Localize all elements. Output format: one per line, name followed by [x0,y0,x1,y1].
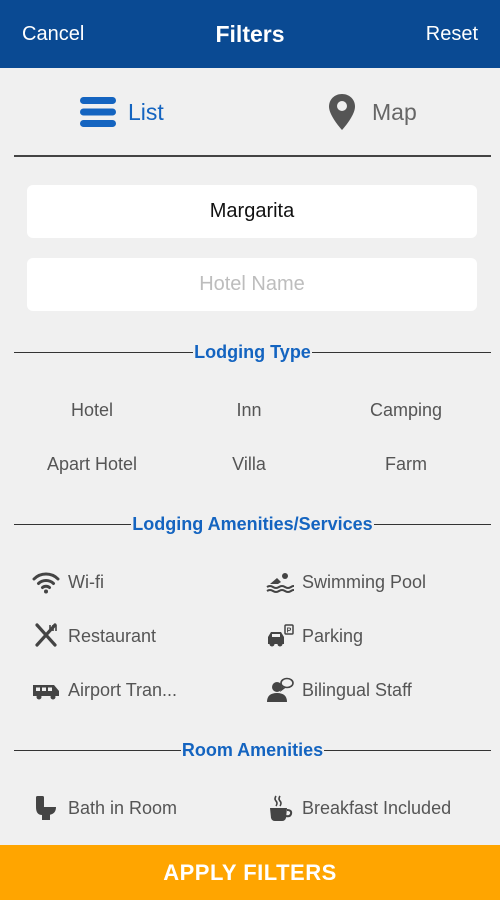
amenity-bilingual-staff[interactable]: Bilingual Staff [266,677,412,703]
list-view-label: List [128,98,164,125]
map-view-label: Map [372,98,417,125]
amenity-airport-transfer[interactable]: Airport Tran... [32,677,177,703]
amenity-label: Wi-fi [68,571,104,592]
divider [14,155,491,157]
lodging-type-header: Lodging Type [14,340,491,364]
hotel-name-input[interactable]: Hotel Name [27,258,477,311]
lodging-type-option[interactable]: Hotel [2,400,182,421]
amenity-wifi[interactable]: Wi-fi [32,569,104,595]
section-title: Lodging Type [194,341,311,362]
amenity-label: Bath in Room [68,797,178,818]
apply-filters-button[interactable]: APPLY FILTERS [0,845,500,900]
section-title: Lodging Amenities/Services [132,513,373,534]
lodging-amenities-header: Lodging Amenities/Services [14,512,491,536]
list-icon [80,97,116,127]
swimming-pool-icon [266,569,294,595]
divider [324,749,492,751]
coffee-cup-icon [266,795,294,821]
divider [14,523,132,525]
airport-shuttle-icon [32,677,60,703]
lodging-type-option[interactable]: Camping [316,400,496,421]
divider [311,351,491,353]
wifi-icon [32,569,60,595]
amenity-label: Parking [302,625,364,646]
city-input-value: Margarita [209,200,295,222]
amenity-swimming-pool[interactable]: Swimming Pool [266,569,426,595]
lodging-type-option[interactable]: Villa [159,454,339,475]
section-title: Room Amenities [181,739,324,760]
city-input[interactable]: Margarita [27,185,477,238]
view-toggle: List Map [0,68,500,156]
divider [14,351,194,353]
map-pin-icon [329,94,355,130]
divider [14,749,181,751]
amenity-label: Airport Tran... [68,679,178,700]
svg-text:P: P [287,628,292,635]
amenity-parking[interactable]: P Parking [266,623,363,649]
divider [373,523,491,525]
hotel-name-placeholder: Hotel Name [199,273,305,295]
amenity-label: Breakfast Included [302,797,452,818]
lodging-type-option[interactable]: Farm [316,454,496,475]
room-amenity-bath[interactable]: Bath in Room [32,795,177,821]
amenity-label: Bilingual Staff [302,679,412,700]
lodging-type-option[interactable]: Inn [159,400,339,421]
nav-bar: Cancel Filters Reset [0,0,500,68]
map-view-button[interactable]: Map [328,92,417,132]
amenity-label: Restaurant [68,625,157,646]
reset-button[interactable]: Reset [426,23,478,46]
parking-icon: P [266,623,294,649]
amenity-label: Swimming Pool [302,571,427,592]
restaurant-icon [32,623,60,649]
room-amenity-breakfast[interactable]: Breakfast Included [266,795,451,821]
bilingual-staff-icon [266,677,294,703]
toilet-icon [32,795,60,821]
list-view-button[interactable]: List [80,92,164,132]
lodging-type-option[interactable]: Apart Hotel [2,454,182,475]
amenity-restaurant[interactable]: Restaurant [32,623,156,649]
room-amenities-header: Room Amenities [14,738,492,762]
